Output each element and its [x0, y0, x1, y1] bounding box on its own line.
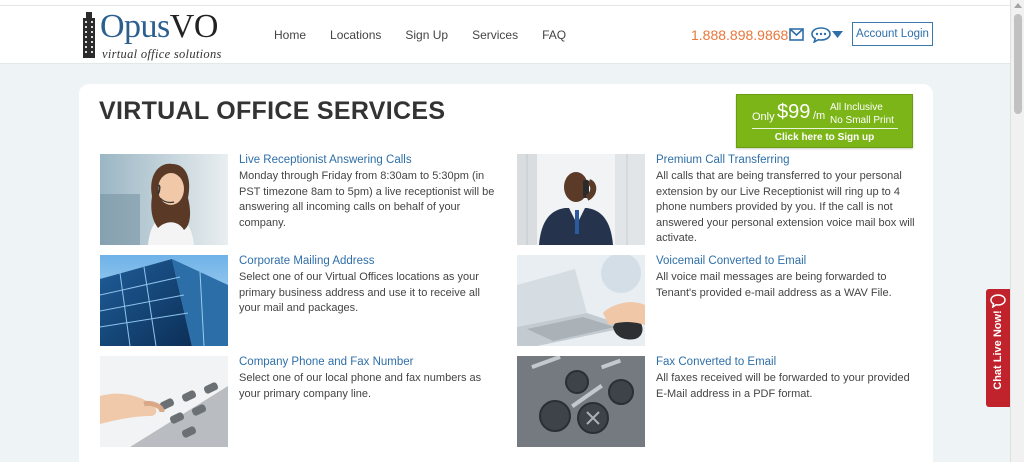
receptionist-photo	[100, 154, 228, 245]
pricing-promo-button[interactable]: Only $99 /m All Inclusive No Small Print…	[736, 94, 913, 148]
logo-vo: VO	[169, 8, 219, 45]
service-title[interactable]: Company Phone and Fax Number	[239, 356, 414, 368]
logo-wordmark: OpusVO	[100, 8, 218, 46]
mail-icon[interactable]	[789, 28, 804, 41]
promo-all-inclusive: All Inclusive	[830, 102, 883, 113]
service-title[interactable]: Premium Call Transferring	[656, 154, 790, 166]
glass-building-photo	[100, 255, 228, 346]
promo-price: $99	[777, 101, 811, 123]
service-corporate-mailing-address: Corporate Mailing Address Select one of …	[100, 255, 500, 347]
service-description: All faxes received will be forwarded to …	[656, 372, 910, 400]
nav-faq[interactable]: FAQ	[542, 28, 566, 42]
service-description: All calls that are being transferred to …	[656, 170, 915, 244]
service-description: All voice mail messages are being forwar…	[656, 271, 892, 299]
chat-bubble-icon[interactable]	[811, 27, 831, 43]
service-fax-to-email: Fax Converted to Email All faxes receive…	[517, 356, 917, 448]
service-live-receptionist: Live Receptionist Answering Calls Monday…	[100, 154, 500, 246]
nav-home[interactable]: Home	[274, 28, 306, 42]
phone-number[interactable]: 1.888.898.9868	[691, 27, 788, 43]
main-nav: Home Locations Sign Up Services FAQ	[274, 28, 590, 42]
services-card: VIRTUAL OFFICE SERVICES Only $99 /m All …	[79, 84, 933, 462]
account-login-button[interactable]: Account Login	[852, 22, 933, 46]
service-title[interactable]: Voicemail Converted to Email	[656, 255, 806, 267]
chat-live-label: Chat Live Now!	[992, 310, 1004, 390]
service-title[interactable]: Live Receptionist Answering Calls	[239, 154, 412, 166]
laptop-mouse-photo	[517, 255, 645, 346]
service-title[interactable]: Corporate Mailing Address	[239, 255, 375, 267]
service-title[interactable]: Fax Converted to Email	[656, 356, 776, 368]
service-description: Select one of our local phone and fax nu…	[239, 372, 482, 400]
scroll-up-arrow-icon[interactable]	[1014, 3, 1022, 8]
caret-down-icon[interactable]	[832, 31, 843, 39]
businessman-phone-photo	[517, 154, 645, 245]
site-header: OpusVO virtual office solutions Home Loc…	[0, 6, 1010, 64]
logo-tagline: virtual office solutions	[102, 47, 222, 61]
service-company-phone-fax: Company Phone and Fax Number Select one …	[100, 356, 500, 448]
nav-sign-up[interactable]: Sign Up	[405, 28, 448, 42]
chat-live-now-tab[interactable]: Chat Live Now!	[986, 289, 1010, 407]
service-premium-call-transferring: Premium Call Transferring All calls that…	[517, 154, 917, 246]
logo-opus: Opus	[100, 8, 170, 45]
opusvo-logo[interactable]: OpusVO virtual office solutions	[80, 8, 240, 62]
promo-only: Only	[752, 111, 775, 123]
page-scrollbar[interactable]	[1010, 0, 1024, 462]
fax-machine-photo	[517, 356, 645, 447]
promo-divider	[752, 128, 898, 129]
promo-per-month: /m	[813, 110, 826, 122]
promo-no-small-print: No Small Print	[830, 115, 894, 126]
nav-locations[interactable]: Locations	[330, 28, 381, 42]
service-description: Select one of our Virtual Offices locati…	[239, 271, 480, 314]
nav-services[interactable]: Services	[472, 28, 518, 42]
page-title: VIRTUAL OFFICE SERVICES	[99, 97, 446, 125]
building-logo-icon	[83, 12, 95, 58]
scrollbar-thumb[interactable]	[1014, 14, 1022, 114]
service-voicemail-to-email: Voicemail Converted to Email All voice m…	[517, 255, 917, 347]
promo-sign-up-link[interactable]: Click here to Sign up	[737, 132, 912, 143]
phone-keypad-photo	[100, 356, 228, 447]
service-description: Monday through Friday from 8:30am to 5:3…	[239, 170, 495, 229]
